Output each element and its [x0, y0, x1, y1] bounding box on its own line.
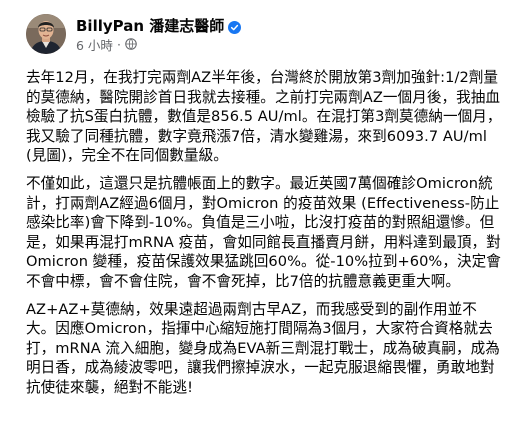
avatar-photo-icon [26, 14, 66, 54]
meta-separator: · [116, 36, 121, 52]
post-paragraph-3: AZ+AZ+莫德納，效果遠超過兩劑古早AZ，而我感受到的副作用並不大。因應Omi… [26, 300, 500, 396]
author-block: BillyPan 潘建志醫師 6 小時 · [76, 15, 242, 53]
verified-badge-icon [228, 19, 242, 34]
post-timestamp[interactable]: 6 小時 [76, 35, 113, 54]
post-paragraph-1: 去年12月，在我打完兩劑AZ半年後，台灣終於開放第3劑加強針:1/2劑量的莫德納… [26, 69, 502, 164]
post-body: 去年12月，在我打完兩劑AZ半年後，台灣終於開放第3劑加強針:1/2劑量的莫德納… [26, 68, 502, 397]
author-avatar[interactable] [26, 14, 66, 54]
public-globe-icon[interactable] [125, 38, 137, 50]
author-name[interactable]: BillyPan 潘建志醫師 [76, 15, 224, 36]
facebook-post: BillyPan 潘建志醫師 6 小時 · 去年12月，在我打完兩劑AZ半年後，… [0, 0, 522, 426]
post-header: BillyPan 潘建志醫師 6 小時 · [26, 12, 242, 56]
post-paragraph-2: 不僅如此，這還只是抗體帳面上的數字。最近英國7萬個確診Omicron統計，打兩劑… [26, 175, 501, 290]
post-meta: 6 小時 · [76, 35, 241, 53]
name-row: BillyPan 潘建志醫師 [76, 15, 242, 36]
